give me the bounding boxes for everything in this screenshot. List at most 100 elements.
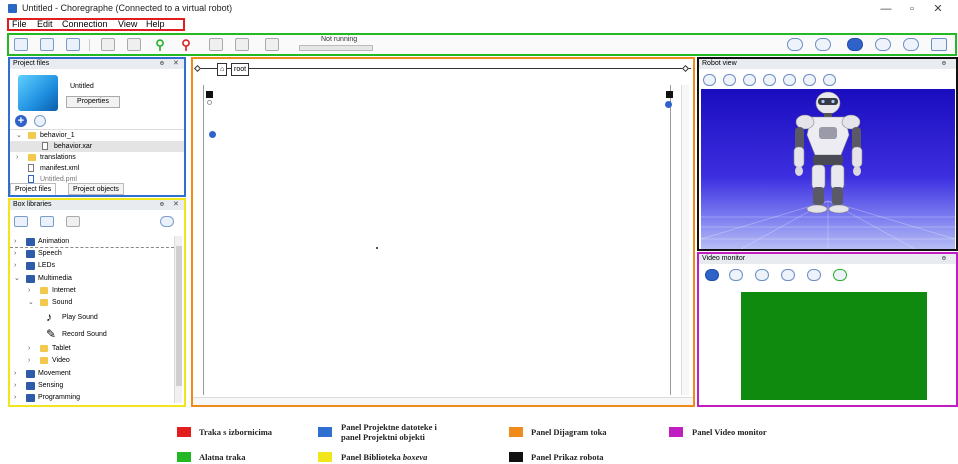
- diagram-horizontal-scrollbar[interactable]: [193, 397, 693, 405]
- breadcrumb-home-icon[interactable]: ⌂: [217, 63, 228, 76]
- chevron-right-icon[interactable]: ›: [14, 236, 16, 248]
- play-icon[interactable]: [209, 38, 223, 51]
- float-panel-icon[interactable]: ɵ: [942, 254, 946, 264]
- add-output-icon[interactable]: [665, 101, 672, 108]
- box-library-category[interactable]: › Speech: [10, 248, 174, 260]
- properties-button[interactable]: Properties: [66, 96, 120, 108]
- add-file-icon[interactable]: +: [15, 115, 27, 127]
- box-library-category[interactable]: ⌄ Multimedia: [10, 273, 174, 285]
- file-icon: [28, 164, 34, 172]
- view-zoom-icon[interactable]: [823, 74, 836, 86]
- pause-video-icon[interactable]: [705, 269, 719, 281]
- chevron-right-icon[interactable]: ›: [16, 152, 18, 163]
- float-panel-icon[interactable]: ɵ: [160, 59, 164, 69]
- box-library-category[interactable]: › Sensing: [10, 380, 174, 392]
- project-tree-item[interactable]: manifest.xml: [10, 163, 184, 174]
- view-top-icon[interactable]: [783, 74, 796, 86]
- redo-icon[interactable]: [127, 38, 141, 51]
- float-panel-icon[interactable]: ɵ: [160, 200, 164, 210]
- stop-icon[interactable]: [235, 38, 249, 51]
- minimize-button[interactable]: —: [876, 2, 896, 16]
- battery-icon: [931, 38, 947, 51]
- diagram-vertical-scrollbar[interactable]: [681, 85, 689, 395]
- heart-icon[interactable]: [847, 38, 863, 51]
- float-panel-icon[interactable]: ɵ: [942, 59, 946, 69]
- view-side-icon[interactable]: [763, 74, 776, 86]
- box-library-category[interactable]: › LEDs: [10, 260, 174, 272]
- add-input-icon[interactable]: [209, 131, 216, 138]
- view-rotate-icon[interactable]: [803, 74, 816, 86]
- box-tree-scrollbar[interactable]: [174, 236, 182, 403]
- box-library-category[interactable]: › Internet: [10, 285, 174, 297]
- box-library-category[interactable]: › Video: [10, 355, 174, 367]
- chevron-right-icon[interactable]: ›: [28, 355, 30, 367]
- project-tree-item[interactable]: ⌄ behavior_1: [10, 130, 184, 141]
- robot-3d-scene: [701, 91, 955, 249]
- robot-3d-viewport[interactable]: [701, 89, 955, 249]
- disconnect-icon[interactable]: ⚲: [179, 38, 193, 51]
- search-box-icon[interactable]: [160, 216, 174, 227]
- learn-object-icon[interactable]: [729, 269, 743, 281]
- chevron-right-icon[interactable]: ›: [14, 380, 16, 392]
- diagram-canvas[interactable]: [203, 85, 673, 395]
- view-reset-icon[interactable]: [723, 74, 736, 86]
- connect-icon[interactable]: ⚲: [153, 38, 167, 51]
- project-tree-item[interactable]: › translations: [10, 152, 184, 163]
- new-box-library-icon[interactable]: [14, 216, 28, 227]
- robot-info-icon[interactable]: [703, 74, 716, 86]
- save-project-icon[interactable]: [66, 38, 80, 51]
- box-library-category[interactable]: ⌄ Sound: [10, 297, 174, 309]
- refresh-video-icon[interactable]: [833, 269, 847, 281]
- project-tree: ⌄ behavior_1 behavior.xar › translations mani…: [10, 129, 184, 183]
- folder-icon: [40, 286, 48, 294]
- music-note-icon: ♪: [46, 310, 52, 325]
- tab-project-objects[interactable]: Project objects: [68, 183, 124, 195]
- chevron-down-icon[interactable]: ⌄: [28, 297, 34, 309]
- input-port-icon[interactable]: [207, 100, 212, 105]
- onstopped-output-icon[interactable]: [666, 91, 673, 98]
- close-panel-icon[interactable]: ✕: [173, 200, 179, 210]
- open-box-library-icon[interactable]: [40, 216, 54, 227]
- chevron-right-icon[interactable]: ›: [28, 285, 30, 297]
- breadcrumb-root[interactable]: root: [231, 63, 250, 76]
- package-icon: [26, 262, 35, 271]
- chevron-right-icon[interactable]: ›: [14, 260, 16, 272]
- export-image-icon[interactable]: [781, 269, 795, 281]
- box-library-label: Movement: [38, 369, 71, 377]
- chevron-right-icon[interactable]: ›: [14, 392, 16, 404]
- new-project-icon[interactable]: [14, 38, 28, 51]
- chevron-down-icon[interactable]: ⌄: [16, 130, 22, 141]
- close-panel-icon[interactable]: ✕: [173, 59, 179, 69]
- box-library-box[interactable]: ✎ Record Sound: [10, 326, 174, 343]
- volume-icon[interactable]: [787, 38, 803, 51]
- video-settings-icon[interactable]: [807, 269, 821, 281]
- chevron-right-icon[interactable]: ›: [28, 343, 30, 355]
- chevron-right-icon[interactable]: ›: [14, 368, 16, 380]
- package-icon: [26, 238, 35, 247]
- import-image-icon[interactable]: [755, 269, 769, 281]
- project-tree-item[interactable]: behavior.xar: [10, 141, 184, 152]
- box-library-label: Record Sound: [62, 331, 107, 339]
- chevron-right-icon[interactable]: ›: [14, 248, 16, 260]
- maximize-button[interactable]: ▫: [902, 2, 922, 16]
- undo-icon[interactable]: [101, 38, 115, 51]
- rest-icon[interactable]: [875, 38, 891, 51]
- wake-up-icon[interactable]: [815, 38, 831, 51]
- delete-file-icon[interactable]: [34, 115, 46, 127]
- chevron-down-icon[interactable]: ⌄: [14, 273, 20, 285]
- warning-icon[interactable]: [265, 38, 279, 51]
- box-library-category[interactable]: › Programming: [10, 392, 174, 404]
- scrollbar-thumb[interactable]: [176, 246, 182, 386]
- box-library-menu-icon[interactable]: [66, 216, 80, 227]
- box-library-category[interactable]: › Animation: [10, 236, 174, 249]
- open-project-icon[interactable]: [40, 38, 54, 51]
- tab-project-files[interactable]: Project files: [10, 183, 57, 195]
- onstart-input-icon[interactable]: [206, 91, 213, 98]
- view-front-icon[interactable]: [743, 74, 756, 86]
- box-library-category[interactable]: › Tablet: [10, 343, 174, 355]
- settings-icon[interactable]: [903, 38, 919, 51]
- box-library-category[interactable]: › Movement: [10, 368, 174, 380]
- close-window-button[interactable]: ✕: [928, 2, 948, 16]
- microphone-icon: ✎: [46, 327, 57, 342]
- box-library-box[interactable]: ♪ Play Sound: [10, 309, 174, 326]
